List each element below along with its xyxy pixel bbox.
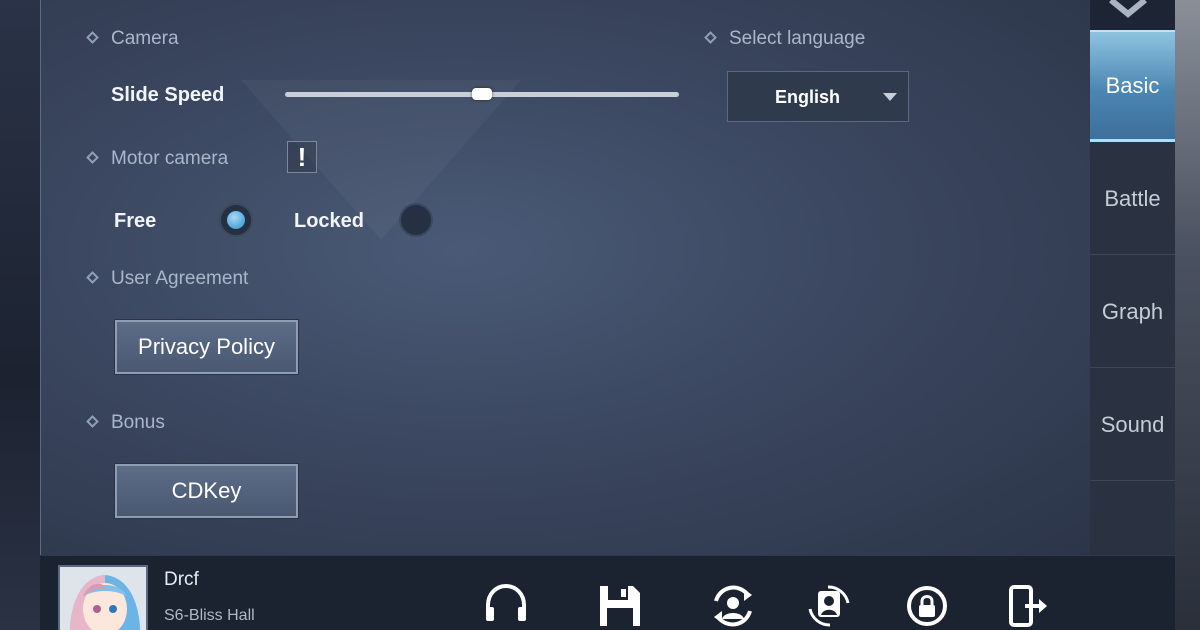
dropdown-arrow-icon — [883, 93, 897, 101]
close-icon — [1109, 0, 1147, 18]
language-select[interactable]: English — [727, 71, 909, 122]
free-radio[interactable] — [219, 203, 253, 237]
language-select-value: English — [775, 87, 841, 107]
exit-icon[interactable] — [1003, 581, 1053, 630]
server-name: S6-Bliss Hall — [164, 607, 255, 624]
slide-speed-label: Slide Speed — [111, 84, 225, 106]
lock-rotation-icon[interactable] — [902, 581, 952, 630]
bonus-heading: Bonus — [86, 412, 165, 434]
save-icon[interactable] — [595, 581, 645, 630]
slide-speed-slider[interactable] — [285, 88, 679, 100]
avatar-portrait-icon — [60, 567, 146, 630]
camera-heading: Camera — [86, 28, 179, 50]
privacy-policy-button[interactable]: Privacy Policy — [115, 320, 298, 374]
camera-heading-text: Camera — [111, 28, 179, 49]
settings-tabs: Basic Battle Graph Sound — [1090, 30, 1175, 555]
player-name: Drcf — [164, 569, 199, 590]
select-language-heading-text: Select language — [729, 28, 866, 49]
user-agreement-heading-text: User Agreement — [111, 268, 249, 289]
background-left — [0, 0, 40, 630]
slider-handle[interactable] — [472, 88, 492, 100]
switch-account-icon[interactable] — [708, 581, 758, 630]
bullet-icon — [86, 150, 99, 164]
select-language-heading: Select language — [704, 28, 866, 50]
tab-basic[interactable]: Basic — [1090, 30, 1175, 142]
tab-graph[interactable]: Graph — [1090, 256, 1175, 368]
background-right — [1175, 0, 1200, 630]
tab-sound[interactable]: Sound — [1090, 369, 1175, 481]
bullet-icon — [86, 270, 99, 284]
bottom-bar: Drcf S6-Bliss Hall — [40, 555, 1175, 630]
locked-radio[interactable] — [399, 203, 433, 237]
user-agreement-heading: User Agreement — [86, 268, 249, 290]
motor-camera-heading: Motor camera — [86, 148, 229, 170]
free-label: Free — [114, 210, 157, 232]
bullet-icon — [704, 30, 717, 44]
tab-battle[interactable]: Battle — [1090, 143, 1175, 255]
bonus-heading-text: Bonus — [111, 412, 165, 433]
motor-camera-info-button[interactable]: ! — [287, 141, 317, 173]
bullet-icon — [86, 414, 99, 428]
headset-icon[interactable] — [481, 581, 531, 630]
avatar[interactable] — [58, 565, 148, 630]
switch-character-icon[interactable] — [804, 581, 854, 630]
locked-label: Locked — [294, 210, 365, 232]
bullet-icon — [86, 30, 99, 44]
close-button[interactable] — [1103, 0, 1153, 20]
motor-camera-heading-text: Motor camera — [111, 148, 229, 169]
cdkey-button[interactable]: CDKey — [115, 464, 298, 518]
